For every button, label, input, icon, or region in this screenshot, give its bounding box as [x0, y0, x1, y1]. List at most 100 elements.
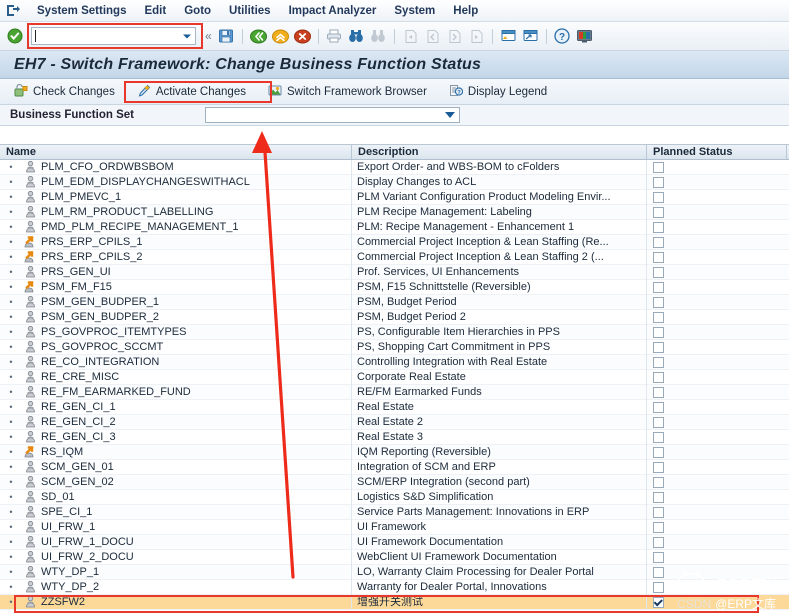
- cell-name[interactable]: • PLM_RM_PRODUCT_LABELLING: [0, 204, 352, 220]
- planned-status-checkbox[interactable]: [653, 521, 664, 533]
- table-row[interactable]: • UI_FRW_1 UI Framework: [0, 519, 789, 535]
- menu-item-help[interactable]: Help: [444, 3, 487, 19]
- planned-status-checkbox[interactable]: [653, 341, 664, 353]
- table-row[interactable]: • PLM_PMEVC_1 PLM Variant Configuration P…: [0, 189, 789, 205]
- cell-planned-status[interactable]: [647, 385, 787, 400]
- planned-status-checkbox[interactable]: [653, 326, 664, 338]
- table-row[interactable]: • PRS_ERP_CPILS_2 Commercial Project Ince…: [0, 249, 789, 265]
- enter-icon[interactable]: [4, 26, 25, 47]
- system-menu-icon[interactable]: [4, 3, 22, 19]
- table-row[interactable]: • ZZSFW2 增强开关测试: [0, 594, 789, 610]
- planned-status-checkbox[interactable]: [653, 371, 664, 383]
- table-row[interactable]: • SD_01 Logistics S&D Simplification: [0, 489, 789, 505]
- table-row[interactable]: • RE_CRE_MISC Corporate Real Estate: [0, 369, 789, 385]
- cell-name[interactable]: • PSM_GEN_BUDPER_1: [0, 294, 352, 310]
- planned-status-checkbox[interactable]: [653, 581, 664, 593]
- cell-name[interactable]: • RE_CO_INTEGRATION: [0, 354, 352, 370]
- cell-name[interactable]: • PRS_ERP_CPILS_2: [0, 249, 352, 265]
- planned-status-checkbox[interactable]: [653, 281, 664, 293]
- planned-status-checkbox[interactable]: [653, 296, 664, 308]
- cell-name[interactable]: • SCM_GEN_02: [0, 474, 352, 490]
- activate-changes-button[interactable]: Activate Changes: [133, 82, 250, 102]
- planned-status-checkbox[interactable]: [653, 431, 664, 443]
- column-header-description[interactable]: Description: [352, 145, 647, 159]
- cell-name[interactable]: • UI_FRW_1: [0, 519, 352, 535]
- cell-planned-status[interactable]: [647, 445, 787, 460]
- table-row[interactable]: • PMD_PLM_RECIPE_MANAGEMENT_1 PLM: Recipe…: [0, 219, 789, 235]
- menu-item-edit[interactable]: Edit: [135, 3, 175, 19]
- table-row[interactable]: • PS_GOVPROC_SCCMT PS, Shopping Cart Comm…: [0, 339, 789, 355]
- planned-status-checkbox[interactable]: [653, 386, 664, 398]
- cell-name[interactable]: • PSM_FM_F15: [0, 279, 352, 295]
- cell-planned-status[interactable]: [647, 595, 787, 610]
- chevron-down-icon[interactable]: [445, 112, 455, 118]
- cell-planned-status[interactable]: [647, 580, 787, 595]
- planned-status-checkbox[interactable]: [653, 566, 664, 578]
- check-changes-button[interactable]: Check Changes: [10, 82, 119, 102]
- cell-planned-status[interactable]: [647, 520, 787, 535]
- customize-local-layout-icon[interactable]: [574, 26, 595, 47]
- menu-item-utilities[interactable]: Utilities: [220, 3, 280, 19]
- planned-status-checkbox[interactable]: [653, 491, 664, 503]
- display-legend-button[interactable]: ? Display Legend: [445, 82, 551, 102]
- cell-planned-status[interactable]: [647, 265, 787, 280]
- planned-status-checkbox[interactable]: [653, 476, 664, 488]
- cell-planned-status[interactable]: [647, 175, 787, 190]
- cell-planned-status[interactable]: [647, 550, 787, 565]
- planned-status-checkbox[interactable]: [653, 596, 664, 608]
- planned-status-checkbox[interactable]: [653, 236, 664, 248]
- command-field-dropdown-icon[interactable]: [179, 28, 195, 44]
- planned-status-checkbox[interactable]: [653, 266, 664, 278]
- table-row[interactable]: • PLM_EDM_DISPLAYCHANGESWITHACL Display C…: [0, 174, 789, 190]
- planned-status-checkbox[interactable]: [653, 206, 664, 218]
- cell-name[interactable]: • RE_CRE_MISC: [0, 369, 352, 385]
- planned-status-checkbox[interactable]: [653, 446, 664, 458]
- print-icon[interactable]: [324, 26, 345, 47]
- cell-name[interactable]: • PRS_ERP_CPILS_1: [0, 234, 352, 250]
- planned-status-checkbox[interactable]: [653, 191, 664, 203]
- menu-item-system-settings[interactable]: System Settings: [28, 3, 135, 19]
- switch-framework-browser-button[interactable]: Switch Framework Browser: [264, 82, 431, 102]
- cell-planned-status[interactable]: [647, 220, 787, 235]
- cell-name[interactable]: • RE_GEN_CI_2: [0, 414, 352, 430]
- cell-planned-status[interactable]: [647, 310, 787, 325]
- table-row[interactable]: • PRS_ERP_CPILS_1 Commercial Project Ince…: [0, 234, 789, 250]
- cell-name[interactable]: • SD_01: [0, 489, 352, 505]
- find-icon[interactable]: [346, 26, 367, 47]
- cell-planned-status[interactable]: [647, 430, 787, 445]
- cell-name[interactable]: • PLM_CFO_ORDWBSBOM: [0, 159, 352, 175]
- cancel-icon[interactable]: [292, 26, 313, 47]
- create-session-icon[interactable]: [498, 26, 519, 47]
- cell-name[interactable]: • SPE_CI_1: [0, 504, 352, 520]
- table-row[interactable]: • WTY_DP_1 LO, Warranty Claim Processing …: [0, 564, 789, 580]
- table-row[interactable]: • SCM_GEN_02 SCM/ERP Integration (second …: [0, 474, 789, 490]
- menu-item-impact-analyzer[interactable]: Impact Analyzer: [280, 3, 386, 19]
- table-row[interactable]: • PLM_CFO_ORDWBSBOM Export Order- and WBS…: [0, 159, 789, 175]
- table-row[interactable]: • PSM_FM_F15 PSM, F15 Schnittstelle (Reve…: [0, 279, 789, 295]
- table-row[interactable]: • WTY_DP_2 Warranty for Dealer Portal, In…: [0, 579, 789, 595]
- table-row[interactable]: • RE_GEN_CI_3 Real Estate 3: [0, 429, 789, 445]
- cell-planned-status[interactable]: [647, 565, 787, 580]
- cell-name[interactable]: • ZZSFW2: [0, 594, 352, 610]
- planned-status-checkbox[interactable]: [653, 506, 664, 518]
- planned-status-checkbox[interactable]: [653, 221, 664, 233]
- cell-planned-status[interactable]: [647, 370, 787, 385]
- cell-name[interactable]: • RS_IQM: [0, 444, 352, 460]
- menu-item-goto[interactable]: Goto: [175, 3, 220, 19]
- help-icon[interactable]: ?: [552, 26, 573, 47]
- cell-planned-status[interactable]: [647, 535, 787, 550]
- table-row[interactable]: • SPE_CI_1 Service Parts Management: Inno…: [0, 504, 789, 520]
- column-header-planned-status[interactable]: Planned Status: [647, 145, 787, 159]
- cell-planned-status[interactable]: [647, 475, 787, 490]
- save-icon[interactable]: [216, 26, 237, 47]
- planned-status-checkbox[interactable]: [653, 251, 664, 263]
- cell-planned-status[interactable]: [647, 355, 787, 370]
- table-row[interactable]: • RE_GEN_CI_1 Real Estate: [0, 399, 789, 415]
- business-function-set-select[interactable]: [205, 107, 460, 123]
- double-chevron-left-icon[interactable]: «: [202, 29, 215, 43]
- cell-planned-status[interactable]: [647, 460, 787, 475]
- cell-name[interactable]: • PS_GOVPROC_ITEMTYPES: [0, 324, 352, 340]
- table-row[interactable]: • PLM_RM_PRODUCT_LABELLING PLM Recipe Man…: [0, 204, 789, 220]
- cell-name[interactable]: • PMD_PLM_RECIPE_MANAGEMENT_1: [0, 219, 352, 235]
- cell-planned-status[interactable]: [647, 505, 787, 520]
